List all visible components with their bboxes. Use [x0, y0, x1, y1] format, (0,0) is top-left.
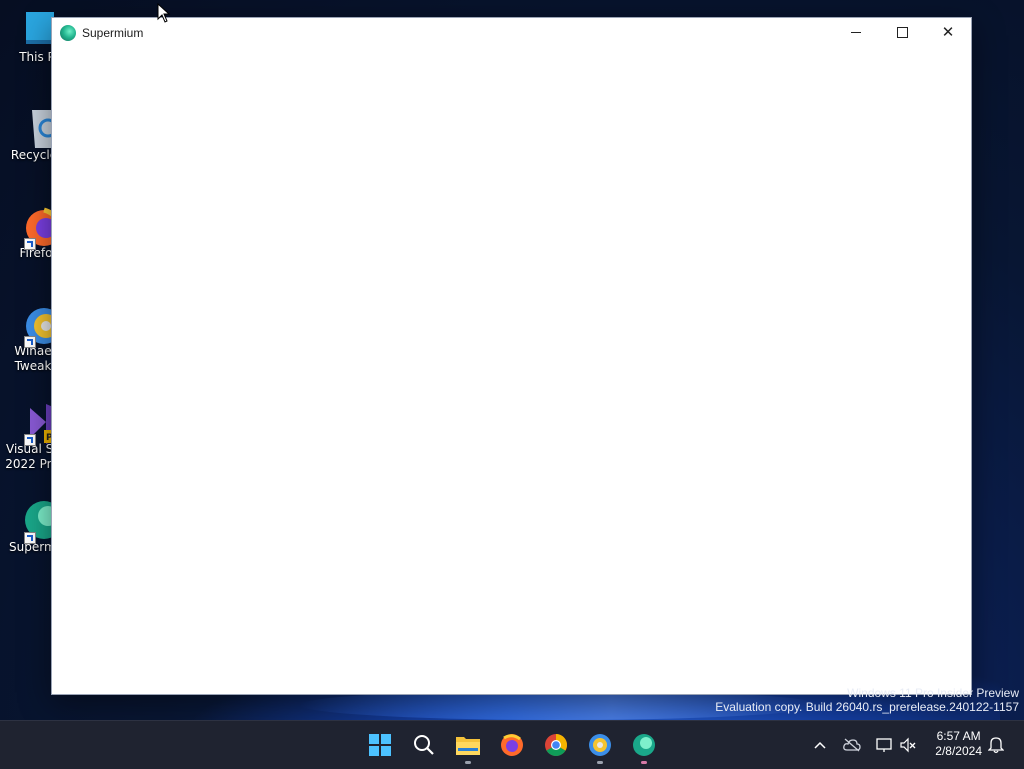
supermium-window[interactable]: Supermium ✕ — [51, 17, 972, 695]
evaluation-watermark: Windows 11 Pro Insider Preview Evaluatio… — [715, 686, 1019, 714]
winaero-tweaker-icon — [10, 304, 62, 348]
taskbar-file-explorer[interactable] — [452, 729, 484, 764]
onedrive-tray-button[interactable] — [840, 733, 864, 757]
volume-tray-button[interactable] — [896, 733, 920, 757]
window-title: Supermium — [82, 25, 144, 40]
visual-studio-icon: PR — [10, 402, 62, 446]
taskbar: 6:57 AM 2/8/2024 — [0, 720, 1024, 769]
recycle-bin-icon — [10, 108, 62, 148]
clock-date: 2/8/2024 — [935, 744, 982, 758]
caption-buttons: ✕ — [833, 18, 971, 47]
bell-icon — [988, 737, 1004, 754]
firefox-icon — [501, 734, 523, 756]
minimize-icon — [851, 32, 861, 33]
taskbar-winaero-tweaker[interactable] — [584, 729, 616, 764]
running-indicator — [597, 761, 603, 764]
start-button[interactable] — [364, 729, 396, 761]
shortcut-arrow-icon — [24, 238, 36, 250]
start-icon — [369, 734, 391, 756]
cloud-offline-icon — [843, 738, 861, 752]
network-tray-button[interactable] — [872, 733, 896, 757]
shortcut-arrow-icon — [24, 434, 36, 446]
running-indicator — [465, 761, 471, 764]
maximize-icon — [896, 27, 908, 38]
chevron-up-icon — [814, 741, 826, 749]
mouse-cursor-icon — [157, 3, 171, 23]
supermium-icon — [633, 734, 655, 756]
shortcut-arrow-icon — [24, 336, 36, 348]
search-button[interactable] — [408, 729, 440, 761]
taskbar-firefox[interactable] — [496, 729, 528, 761]
maximize-button[interactable] — [879, 18, 925, 47]
file-explorer-icon — [456, 737, 480, 755]
supermium-logo-icon — [60, 24, 76, 41]
volume-muted-icon — [900, 737, 916, 753]
watermark-line-1: Windows 11 Pro Insider Preview — [847, 686, 1019, 700]
active-indicator — [641, 761, 647, 764]
shortcut-arrow-icon — [24, 532, 36, 544]
show-hidden-icons-button[interactable] — [808, 733, 832, 757]
browser-content-area[interactable] — [52, 47, 971, 694]
close-button[interactable]: ✕ — [925, 18, 971, 47]
supermium-icon — [10, 500, 63, 544]
this-pc-icon — [10, 10, 68, 50]
search-icon — [414, 735, 434, 755]
network-icon — [876, 738, 892, 752]
firefox-icon — [10, 206, 63, 250]
close-icon: ✕ — [941, 23, 955, 41]
winaero-tweaker-icon — [589, 734, 611, 756]
notifications-button[interactable] — [984, 733, 1008, 757]
watermark-line-2: Evaluation copy. Build 26040.rs_prerelea… — [715, 700, 1019, 714]
window-titlebar[interactable]: Supermium ✕ — [52, 18, 971, 47]
taskbar-chrome[interactable] — [540, 729, 572, 761]
chrome-icon — [545, 734, 567, 756]
clock-time: 6:57 AM — [936, 729, 981, 743]
taskbar-supermium[interactable] — [628, 729, 660, 764]
minimize-button[interactable] — [833, 18, 879, 47]
taskbar-clock[interactable]: 6:57 AM 2/8/2024 — [935, 729, 982, 759]
